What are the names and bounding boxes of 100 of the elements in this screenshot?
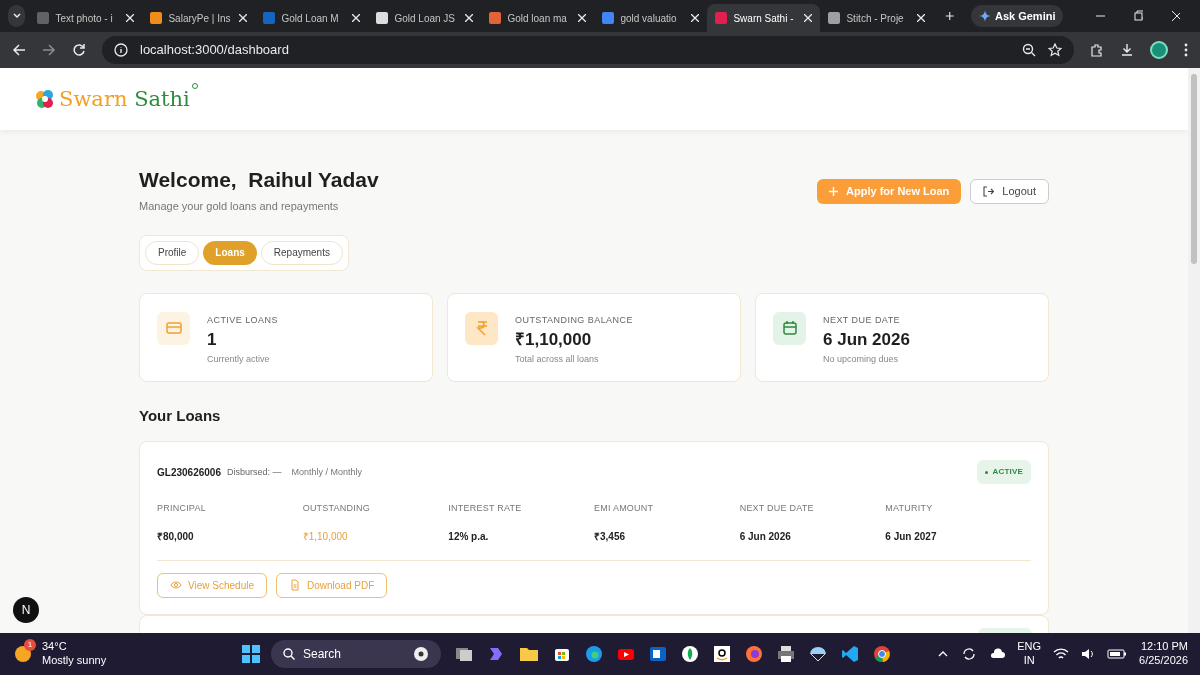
field-label: INTEREST RATE: [448, 502, 523, 516]
field-label: PRINCIPAL: [157, 502, 207, 516]
eye-icon: [170, 579, 182, 592]
sparkle-icon: [978, 10, 991, 22]
close-tab-icon[interactable]: [578, 14, 587, 22]
tab-list-button[interactable]: [8, 5, 26, 27]
copilot-icon[interactable]: [487, 645, 505, 663]
close-icon[interactable]: [1170, 10, 1181, 22]
field-value: ₹1,10,000: [302, 529, 349, 544]
close-tab-icon[interactable]: [691, 14, 700, 22]
chrome-icon[interactable]: [873, 645, 891, 663]
close-tab-icon[interactable]: [917, 14, 926, 22]
taskbar-search-field[interactable]: Search: [271, 640, 441, 668]
favicon-icon: [376, 12, 389, 24]
close-tab-icon[interactable]: [126, 14, 135, 22]
parachute-icon[interactable]: [809, 645, 827, 663]
language-label[interactable]: ENG: [1017, 640, 1042, 654]
notification-badge: 1: [24, 639, 36, 651]
credit-card-icon: [157, 311, 190, 345]
wifi-icon[interactable]: [1053, 647, 1070, 661]
dev-badge[interactable]: N: [13, 597, 39, 623]
close-tab-icon[interactable]: [465, 14, 474, 22]
info-icon[interactable]: [114, 43, 128, 57]
battery-icon[interactable]: [1107, 648, 1128, 660]
frequency-text: Monthly / Monthly: [291, 465, 362, 479]
close-tab-icon[interactable]: [352, 14, 361, 22]
restore-icon[interactable]: [1133, 10, 1143, 22]
favicon-icon: [263, 12, 276, 24]
new-tab-icon[interactable]: [945, 10, 955, 22]
field-value: 6 Jun 2026: [739, 529, 792, 544]
close-tab-icon[interactable]: [804, 14, 813, 22]
stat-note: No upcoming dues: [823, 352, 900, 366]
weather-sun-icon: [12, 643, 34, 665]
browser-tab[interactable]: Swarn Sathi -: [707, 4, 821, 32]
code-editor-icon[interactable]: [841, 645, 859, 663]
bookmark-star-icon[interactable]: [1048, 43, 1062, 57]
reload-icon[interactable]: [72, 43, 86, 57]
ask-gemini-button[interactable]: Ask Gemini: [970, 5, 1064, 27]
edge-browser-icon[interactable]: [585, 645, 603, 663]
logout-button[interactable]: Logout: [970, 179, 1049, 204]
field-label: OUTSTANDING: [302, 502, 371, 516]
welcome-subtitle: Manage your gold loans and repayments: [139, 199, 340, 215]
browser-tab[interactable]: Text photo - i: [29, 4, 143, 32]
field-value: ₹80,000: [157, 529, 195, 544]
address-bar[interactable]: localhost:3000/dashboard: [102, 36, 1074, 64]
field-value: ₹3,456: [594, 529, 627, 544]
browser-tab[interactable]: Gold loan ma: [481, 4, 595, 32]
favicon-icon: [37, 12, 50, 24]
browser-tab[interactable]: Gold Loan JS: [368, 4, 482, 32]
firefox-icon[interactable]: [745, 645, 763, 663]
more-icon[interactable]: [1184, 43, 1188, 57]
close-tab-icon[interactable]: [239, 14, 248, 22]
download-icon[interactable]: [1120, 43, 1134, 57]
scrollbar[interactable]: [1188, 68, 1200, 633]
back-icon[interactable]: [12, 43, 26, 57]
leaf-icon[interactable]: [681, 645, 699, 663]
shopping-icon[interactable]: [713, 645, 731, 663]
region-label[interactable]: IN: [1017, 654, 1042, 668]
stat-note: Total across all loans: [515, 352, 600, 366]
task-view-icon[interactable]: [455, 645, 473, 663]
profile-avatar[interactable]: [1150, 41, 1168, 59]
clock-date[interactable]: 6/25/2026: [1139, 654, 1188, 668]
favicon-icon: [150, 12, 163, 24]
sync-icon[interactable]: [961, 646, 978, 662]
favicon-icon: [828, 12, 841, 24]
favicon-icon: [602, 12, 615, 24]
plus-icon: [829, 187, 839, 196]
weather-text: Mostly sunny: [42, 654, 107, 668]
loan-id: GL230626006: [157, 465, 221, 480]
search-icon: [283, 648, 295, 660]
speaker-icon[interactable]: [1081, 647, 1096, 661]
clock-time[interactable]: 12:10 PM: [1139, 640, 1188, 654]
rupee-icon: [465, 311, 498, 345]
mail-icon[interactable]: [649, 645, 667, 663]
field-label: NEXT DUE DATE: [739, 502, 815, 516]
field-value: 12% p.a.: [448, 529, 490, 544]
browser-tab[interactable]: Gold Loan M: [255, 4, 369, 32]
browser-tab[interactable]: Stitch - Proje: [820, 4, 934, 32]
section-heading: Your Loans: [139, 405, 222, 426]
field-value: 6 Jun 2027: [885, 529, 938, 544]
windows-start-icon[interactable]: [241, 644, 261, 664]
tab[interactable]: Repayments: [260, 240, 343, 265]
temperature: 34°C: [42, 640, 68, 654]
folder-icon[interactable]: [519, 645, 539, 663]
zoom-icon[interactable]: [1022, 43, 1036, 57]
field-label: EMI AMOUNT: [594, 502, 655, 516]
forward-icon[interactable]: [42, 43, 56, 57]
favicon-icon: [715, 12, 728, 24]
extensions-icon[interactable]: [1090, 43, 1104, 57]
stat-value: ₹1,10,000: [515, 329, 593, 351]
printer-icon[interactable]: [777, 645, 795, 663]
browser-tab[interactable]: gold valuatio: [594, 4, 708, 32]
stat-value: 6 Jun 2026: [823, 329, 910, 351]
disbursed-text: Disbursed: —: [226, 465, 282, 479]
document-icon: [289, 579, 301, 592]
stat-label: OUTSTANDING BALANCE: [515, 313, 633, 327]
welcome-heading: Welcome, Raihul Yadav: [139, 167, 379, 193]
browser-tab[interactable]: SalaryPe | Ins: [142, 4, 256, 32]
stat-note: Currently active: [207, 352, 271, 366]
tab[interactable]: Profile: [145, 240, 200, 265]
